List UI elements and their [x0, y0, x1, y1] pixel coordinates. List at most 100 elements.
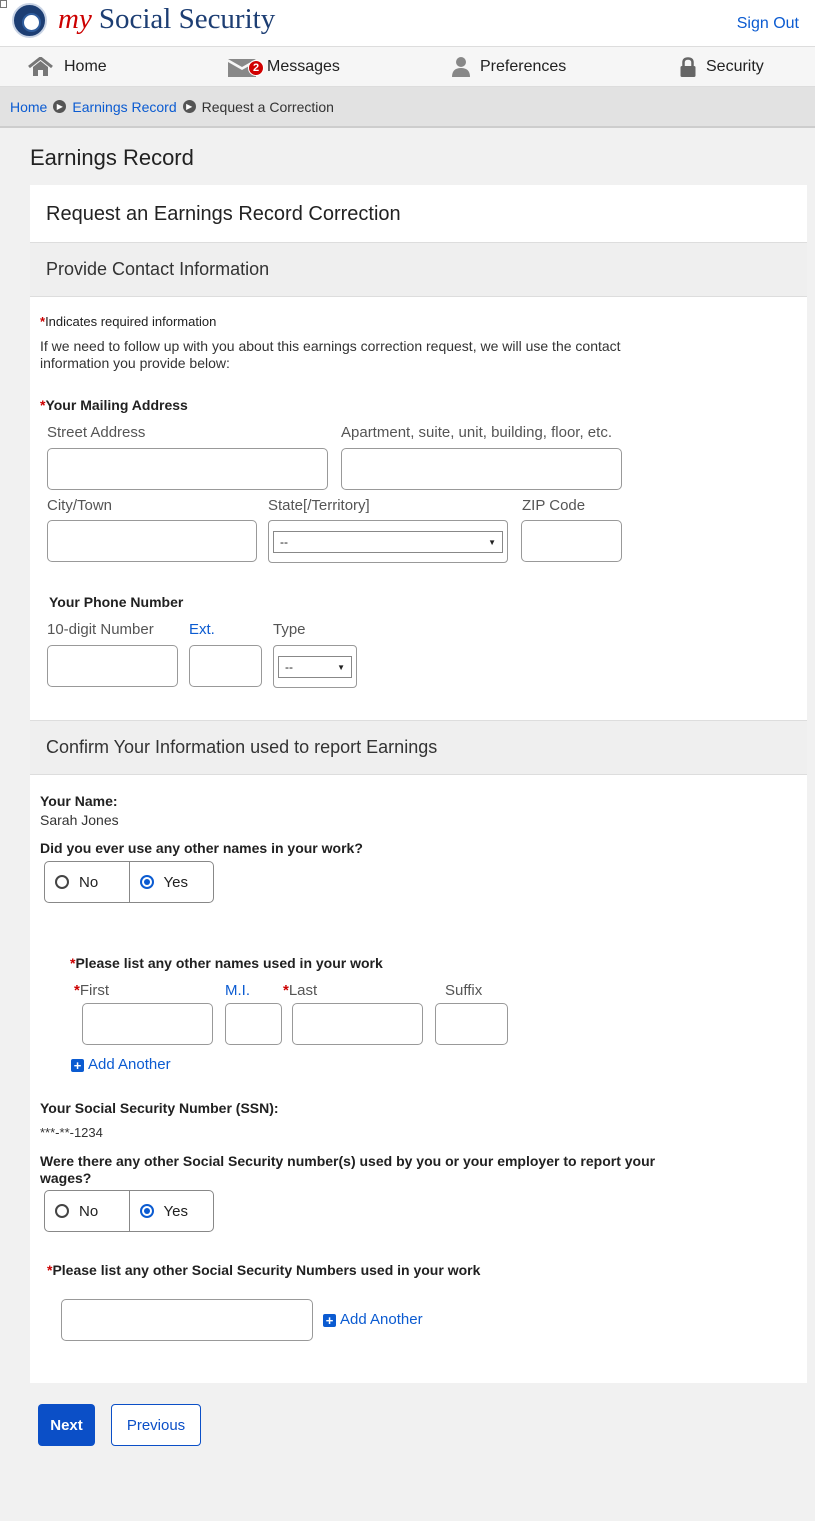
dropdown-arrow-icon: ▼ — [337, 662, 345, 672]
other-names-list-text: Please list any other names used in your… — [75, 955, 383, 971]
nav-messages-label: Messages — [267, 58, 340, 75]
city-label: City/Town — [47, 497, 113, 514]
phone-ext-input[interactable] — [189, 645, 262, 687]
street-address-label: Street Address — [47, 424, 146, 441]
other-ssn-list-text: Please list any other Social Security Nu… — [52, 1262, 481, 1278]
phone-number-input[interactable] — [47, 645, 178, 687]
next-button[interactable]: Next — [38, 1404, 95, 1446]
last-name-text: Last — [288, 982, 318, 999]
mailing-address-text: Your Mailing Address — [45, 397, 188, 413]
person-icon — [452, 57, 470, 77]
other-middle-initial-input[interactable] — [225, 1003, 282, 1045]
ext-label: Ext. — [189, 621, 215, 638]
radio-selected-icon — [139, 1204, 154, 1218]
zip-input[interactable] — [521, 520, 622, 562]
other-names-no-option[interactable]: No — [45, 862, 129, 902]
dropdown-arrow-icon: ▼ — [488, 537, 496, 547]
previous-button[interactable]: Previous — [111, 1404, 201, 1446]
last-name-label: *Last — [283, 982, 317, 999]
city-input[interactable] — [47, 520, 257, 562]
first-name-label: *First — [74, 982, 109, 999]
breadcrumb-separator-icon: ▶ — [182, 100, 196, 113]
other-ssn-input[interactable] — [61, 1299, 313, 1341]
other-names-yes-option[interactable]: Yes — [128, 862, 214, 902]
state-select-field: -- ▼ — [273, 531, 503, 553]
contact-section-header: Provide Contact Information — [30, 242, 807, 297]
breadcrumb-current: Request a Correction — [201, 98, 334, 115]
other-ssn-yes-label: Yes — [163, 1202, 188, 1220]
radio-unselected-icon — [55, 1204, 69, 1218]
other-ssn-question-line1: Were there any other Social Security num… — [40, 1153, 656, 1169]
contact-intro: If we need to follow up with you about t… — [40, 338, 621, 372]
phone-type-field: -- ▼ — [278, 656, 352, 678]
breadcrumb: Home ▶ Earnings Record ▶ Request a Corre… — [0, 87, 815, 128]
state-select-value: -- — [280, 535, 288, 549]
apartment-input[interactable] — [341, 448, 622, 490]
ssa-seal-logo — [12, 3, 47, 38]
nav-preferences-label: Preferences — [480, 58, 567, 75]
sign-out-link[interactable]: Sign Out — [737, 15, 799, 33]
other-names-radio-group: No Yes — [44, 861, 214, 903]
radio-selected-icon — [139, 875, 154, 889]
brand-name: Social Security — [98, 3, 276, 35]
add-another-ssn-link[interactable]: + Add Another — [323, 1311, 423, 1328]
required-note-text: Indicates required information — [45, 314, 217, 329]
confirm-section-title: Confirm Your Information used to report … — [46, 737, 438, 757]
ssn-label: Your Social Security Number (SSN): — [40, 1100, 279, 1116]
home-icon — [27, 57, 54, 77]
street-address-input[interactable] — [47, 448, 328, 490]
nav-preferences[interactable]: Preferences — [452, 47, 566, 87]
phone-type-label: Type — [273, 621, 306, 638]
other-ssn-question-line2: wages? — [40, 1170, 92, 1186]
top-bar: my Social Security Sign Out — [0, 0, 815, 47]
add-another-name-link[interactable]: + Add Another — [71, 1056, 171, 1073]
other-names-no-label: No — [79, 873, 99, 891]
breadcrumb-separator-icon: ▶ — [53, 100, 67, 113]
other-ssn-no-option[interactable]: No — [45, 1191, 129, 1231]
other-names-yes-label: Yes — [163, 873, 188, 891]
your-name-label: Your Name: — [40, 793, 118, 809]
nav-messages[interactable]: 2 Messages — [227, 47, 340, 87]
other-names-list-label: *Please list any other names used in you… — [70, 955, 383, 971]
other-suffix-input[interactable] — [435, 1003, 508, 1045]
envelope-icon: 2 — [227, 56, 264, 78]
contact-intro-line1: If we need to follow up with you about t… — [40, 338, 621, 354]
middle-initial-label: M.I. — [225, 982, 250, 999]
mailing-address-label: *Your Mailing Address — [40, 397, 188, 413]
state-select[interactable]: -- ▼ — [268, 520, 508, 563]
nav-security[interactable]: Security — [680, 47, 764, 87]
zip-label: ZIP Code — [522, 497, 586, 514]
nav-home[interactable]: Home — [27, 47, 107, 87]
add-another-ssn-label: Add Another — [340, 1311, 423, 1328]
other-ssn-yes-option[interactable]: Yes — [128, 1191, 214, 1231]
other-ssn-radio-group: No Yes — [44, 1190, 214, 1232]
other-first-name-input[interactable] — [82, 1003, 213, 1045]
suffix-label: Suffix — [445, 982, 483, 999]
messages-count-badge: 2 — [248, 60, 264, 76]
phone-type-select[interactable]: -- ▼ — [273, 645, 357, 688]
contact-section-title: Provide Contact Information — [46, 259, 270, 279]
other-last-name-input[interactable] — [292, 1003, 423, 1045]
phone-title: Your Phone Number — [49, 594, 184, 610]
other-names-question: Did you ever use any other names in your… — [40, 840, 363, 856]
required-note: *Indicates required information — [40, 314, 216, 329]
other-ssn-question: Were there any other Social Security num… — [40, 1153, 655, 1187]
ssn-value: ***-**-1234 — [40, 1125, 103, 1140]
phone-type-value: -- — [285, 660, 293, 674]
add-another-name-label: Add Another — [88, 1056, 171, 1073]
breadcrumb-earnings-record[interactable]: Earnings Record — [72, 99, 176, 115]
window-corner-icon — [0, 0, 7, 8]
apartment-label: Apartment, suite, unit, building, floor,… — [341, 424, 612, 441]
lock-icon — [680, 57, 696, 77]
brand-title[interactable]: my Social Security — [58, 3, 275, 36]
plus-icon: + — [71, 1059, 84, 1072]
nav-home-label: Home — [64, 58, 107, 75]
correction-form-card: Request an Earnings Record Correction Pr… — [30, 185, 807, 1383]
your-name-value: Sarah Jones — [40, 812, 119, 828]
contact-intro-line2: information you provide below: — [40, 355, 230, 371]
main-nav: Home 2 Messages Preferences Security — [0, 47, 815, 87]
breadcrumb-home[interactable]: Home — [10, 99, 47, 115]
phone-number-label: 10-digit Number — [47, 621, 154, 638]
radio-unselected-icon — [55, 875, 69, 889]
plus-icon: + — [323, 1314, 336, 1327]
